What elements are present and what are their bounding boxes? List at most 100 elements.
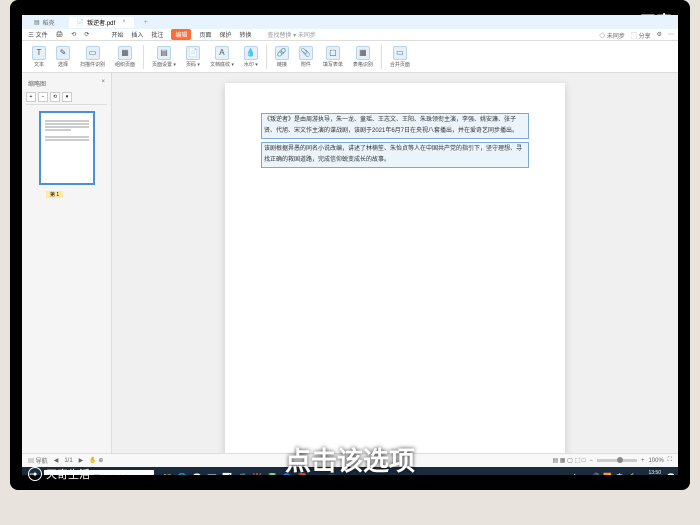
ribbon-ocr[interactable]: ▭扫描件识别 bbox=[76, 44, 109, 70]
logo-icon: ✦ bbox=[28, 467, 42, 481]
taskbar-clock[interactable]: 13:50 2022/1/8 bbox=[639, 470, 664, 475]
select-icon: ✎ bbox=[56, 46, 70, 60]
zoom-level[interactable]: 100% bbox=[648, 458, 663, 464]
task-music[interactable]: 🎵 bbox=[235, 470, 249, 475]
form-icon: ▢ bbox=[326, 46, 340, 60]
ocr-icon: ▭ bbox=[86, 46, 100, 60]
system-tray: ˄ ☁ 🔊 📶 中 ⚡ 13:50 2022/1/8 💬 bbox=[573, 470, 676, 475]
task-chat[interactable]: 💬 bbox=[190, 470, 204, 475]
instruction-caption: 点击该选项 bbox=[285, 441, 415, 478]
tray-volume-icon[interactable]: 🔊 bbox=[591, 472, 601, 475]
document-canvas[interactable]: 《叛逆者》是由周游执导，朱一龙、童瑶、王志文、王阳、朱珠领衔主演，李强、姚安濂、… bbox=[112, 73, 678, 453]
tab-edit[interactable]: 编辑 bbox=[171, 29, 191, 40]
page-indicator: 1/1 bbox=[64, 458, 72, 464]
menu-bar: 三 文件 🖨 ⟲ ⟳ 开始 插入 批注 编辑 页面 保护 转换 查找替换 ▾ 未… bbox=[22, 29, 678, 41]
nav-label[interactable]: ▤ 导航 bbox=[28, 456, 48, 465]
panel-close-icon[interactable]: × bbox=[101, 79, 105, 88]
thumb-toolbar: + − ⟲ ▾ bbox=[26, 90, 107, 105]
page-thumbnail[interactable] bbox=[39, 111, 95, 185]
task-explorer[interactable]: 📁 bbox=[160, 470, 174, 475]
ribbon-watermark[interactable]: 💧水印 ▾ bbox=[240, 44, 262, 70]
settings-icon[interactable]: ⚙ bbox=[657, 31, 662, 40]
add-tab-button[interactable]: + bbox=[144, 19, 148, 26]
zoom-slider[interactable] bbox=[597, 459, 637, 462]
thumb-zoom-in[interactable]: + bbox=[26, 92, 36, 102]
tab-label: 叛逆者.pdf bbox=[87, 18, 115, 27]
tray-cloud-icon[interactable]: ☁ bbox=[579, 472, 589, 475]
ribbon-link[interactable]: 🔗链接 bbox=[271, 44, 293, 70]
tab-document[interactable]: 📄 叛逆者.pdf × bbox=[69, 17, 134, 28]
tab-protect[interactable]: 保护 bbox=[219, 30, 231, 39]
organize-icon: ▦ bbox=[118, 46, 132, 60]
watermark-icon: 💧 bbox=[244, 46, 258, 60]
background-icon: A bbox=[215, 46, 229, 60]
ribbon-form[interactable]: ▢填写表单 bbox=[319, 44, 347, 70]
tray-network-icon[interactable]: 📶 bbox=[603, 472, 613, 475]
thumb-more[interactable]: ▾ bbox=[62, 92, 72, 102]
watermark-bottom: ✦ 天奇生活 bbox=[28, 466, 90, 482]
print-icon[interactable]: 🖨 bbox=[56, 31, 64, 38]
zoom-in-icon[interactable]: + bbox=[641, 458, 645, 464]
tab-label: 稻壳 bbox=[43, 18, 55, 27]
page-nav-prev[interactable]: ◀ bbox=[54, 457, 59, 464]
tab-insert[interactable]: 插入 bbox=[131, 30, 143, 39]
workspace: 缩略图 × + − ⟲ ▾ 第 1 《 bbox=[22, 73, 678, 453]
share-button[interactable]: ⬚ 分享 bbox=[631, 31, 651, 40]
ribbon-table-ocr[interactable]: ▦表格识别 bbox=[349, 44, 377, 70]
tab-page[interactable]: 页面 bbox=[199, 30, 211, 39]
thumb-rotate[interactable]: ⟲ bbox=[50, 92, 60, 102]
ribbon-organize[interactable]: ▦组织页面 bbox=[111, 44, 139, 70]
ribbon-page-number[interactable]: 📄页码 ▾ bbox=[182, 44, 204, 70]
notification-icon[interactable]: 💬 bbox=[666, 472, 676, 475]
page-setup-icon: ▤ bbox=[157, 46, 171, 60]
panel-header: 缩略图 × bbox=[26, 77, 107, 90]
ribbon-attachment[interactable]: 📎附件 bbox=[295, 44, 317, 70]
tab-comment[interactable]: 批注 bbox=[151, 30, 163, 39]
tray-expand-icon[interactable]: ˄ bbox=[573, 474, 577, 475]
tab-home[interactable]: ▤ 稻壳 bbox=[26, 17, 63, 28]
task-app1[interactable]: 📗 bbox=[265, 470, 279, 475]
sync-status[interactable]: ◇ 未同步 bbox=[599, 31, 625, 40]
more-icon[interactable]: ⋯ bbox=[668, 31, 674, 40]
pdf-page: 《叛逆者》是由周游执导，朱一龙、童瑶、王志文、王阳、朱珠领衔主演，李强、姚安濂、… bbox=[225, 83, 565, 453]
undo-icon[interactable]: ⟲ bbox=[71, 31, 76, 38]
selected-paragraph-2[interactable]: 该剧根据畀愚的同名小说改编，讲述了林楠笙、朱怡贞等人在中国共产党的指引下，坚守理… bbox=[261, 142, 529, 168]
task-browser[interactable]: 🌐 bbox=[175, 470, 189, 475]
ribbon-text[interactable]: T文本 bbox=[28, 44, 50, 70]
tab-icon: ▤ bbox=[34, 19, 40, 26]
view-mode-icons[interactable]: ▤ ▦ ▢ ⬚ □ bbox=[552, 457, 585, 464]
task-excel[interactable]: 📊 bbox=[220, 470, 234, 475]
title-right-controls: ◇ 未同步 ⬚ 分享 ⚙ ⋯ bbox=[599, 31, 674, 40]
title-bar: ▤ 稻壳 📄 叛逆者.pdf × + bbox=[22, 15, 678, 29]
ribbon-select[interactable]: ✎选择 bbox=[52, 44, 74, 70]
pdf-icon: 📄 bbox=[77, 19, 84, 26]
hand-tool-icon[interactable]: ✋ ⊕ bbox=[89, 457, 103, 464]
page-nav-next[interactable]: ▶ bbox=[79, 457, 84, 464]
redo-icon[interactable]: ⟳ bbox=[84, 31, 89, 38]
ribbon-background[interactable]: A文档底纹 ▾ bbox=[206, 44, 238, 70]
find-replace[interactable]: 查找替换 ▾ 未同步 bbox=[267, 30, 315, 39]
ribbon-page-setup[interactable]: ▤页面设置 ▾ bbox=[148, 44, 180, 70]
thumb-zoom-out[interactable]: − bbox=[38, 92, 48, 102]
fullscreen-icon[interactable]: ⛶ bbox=[668, 457, 672, 464]
task-wps[interactable]: W bbox=[250, 470, 264, 475]
file-menu[interactable]: 三 文件 bbox=[28, 30, 48, 39]
tab-convert[interactable]: 转换 bbox=[239, 30, 251, 39]
panel-title: 缩略图 bbox=[28, 79, 46, 88]
task-mail[interactable]: 📧 bbox=[205, 470, 219, 475]
thumb-page-label: 第 1 bbox=[46, 191, 63, 198]
selected-paragraph-1[interactable]: 《叛逆者》是由周游执导，朱一龙、童瑶、王志文、王阳、朱珠领衔主演，李强、姚安濂、… bbox=[261, 113, 529, 139]
text-icon: T bbox=[32, 46, 46, 60]
app-window: ▤ 稻壳 📄 叛逆者.pdf × + ◇ 未同步 ⬚ 分享 ⚙ ⋯ 三 文件 🖨… bbox=[22, 15, 678, 475]
link-icon: 🔗 bbox=[275, 46, 289, 60]
tray-power-icon[interactable]: ⚡ bbox=[627, 472, 637, 475]
attachment-icon: 📎 bbox=[299, 46, 313, 60]
tray-ime-icon[interactable]: 中 bbox=[615, 472, 625, 475]
merge-icon: ▭ bbox=[393, 46, 407, 60]
table-icon: ▦ bbox=[356, 46, 370, 60]
tab-start[interactable]: 开始 bbox=[111, 30, 123, 39]
ribbon-merge[interactable]: ▭合并页面 bbox=[386, 44, 414, 70]
close-tab-icon[interactable]: × bbox=[122, 19, 126, 25]
zoom-out-icon[interactable]: − bbox=[589, 458, 593, 464]
thumbnail-panel: 缩略图 × + − ⟲ ▾ 第 1 bbox=[22, 73, 112, 453]
